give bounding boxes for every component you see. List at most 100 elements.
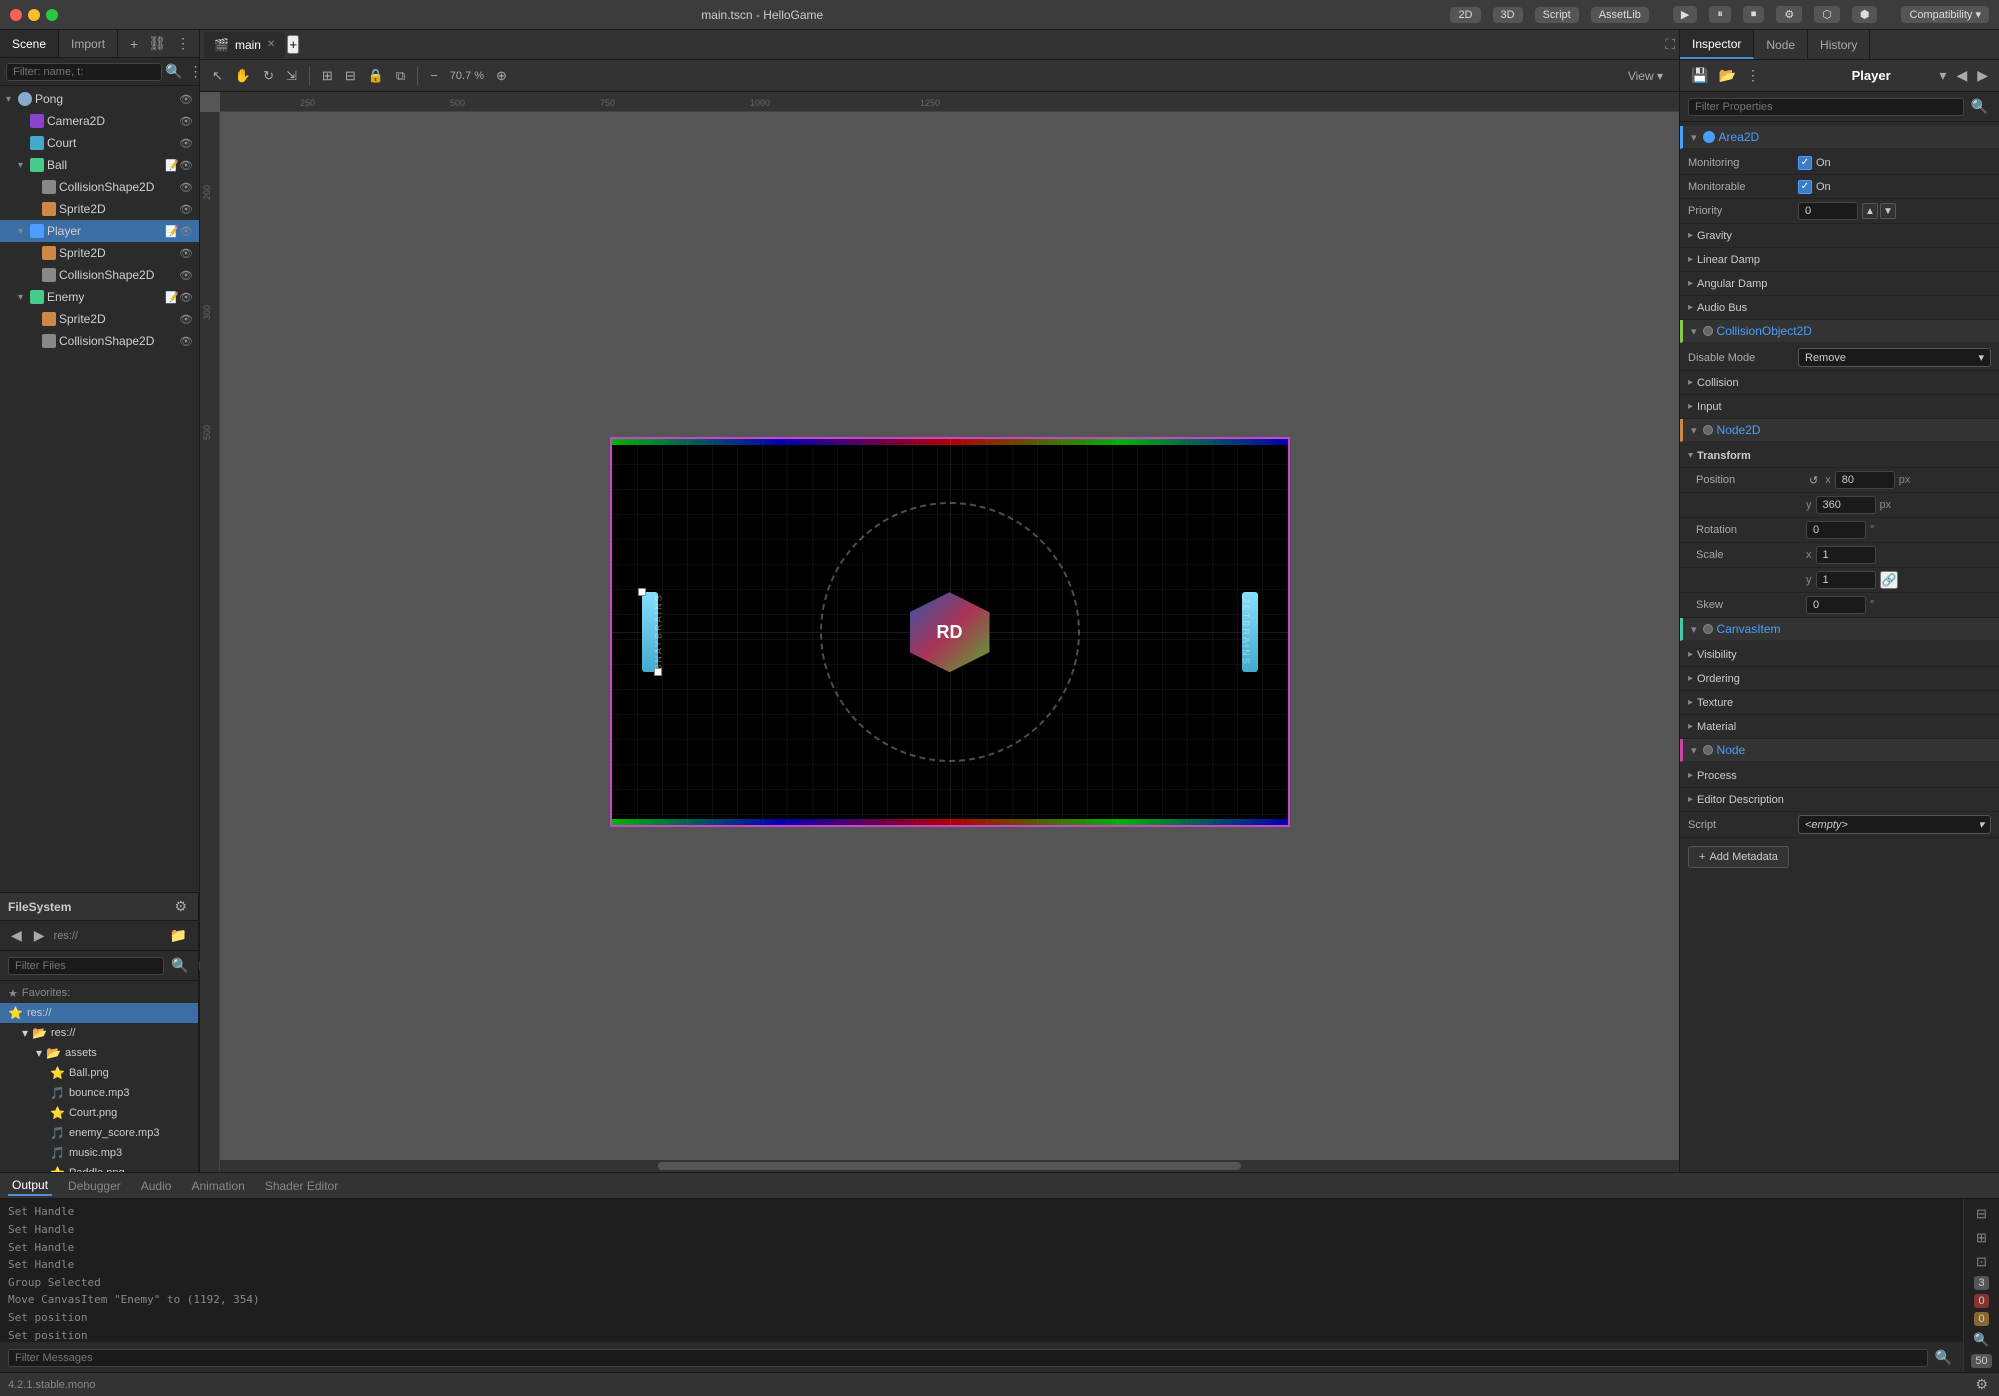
prop-material-group[interactable]: ▸ Material [1680,715,1999,739]
priority-input[interactable] [1798,202,1858,220]
player-visibility-icon[interactable]: 👁 [179,225,193,238]
assetlib-button[interactable]: AssetLib [1591,7,1649,23]
scene-filter-input[interactable] [6,63,162,81]
remote-button[interactable]: ⬡ [1814,6,1840,23]
prop-angular-damp[interactable]: ▸ Angular Damp [1680,272,1999,296]
fs-item-enemy-score[interactable]: 🎵 enemy_score.mp3 [0,1123,198,1143]
coll-ball-visibility-icon[interactable]: 👁 [179,181,193,194]
tree-item-camera2d[interactable]: ▸ Camera2D 👁 [0,110,199,132]
filesystem-search-input[interactable] [8,957,164,975]
prop-editor-desc[interactable]: ▸ Editor Description [1680,788,1999,812]
rotate-tool-button[interactable]: ↻ [259,66,278,86]
section-canvas-item[interactable]: ▾ CanvasItem [1680,618,1999,641]
view-menu-button[interactable]: View ▾ [1620,67,1671,85]
tree-item-player[interactable]: ▾ Player 📝 👁 [0,220,199,242]
fs-search-icon[interactable]: 🔍 [168,955,191,976]
import-tab[interactable]: Import [59,30,118,57]
editor-tab-main[interactable]: 🎬 main ✕ [204,32,285,58]
maximize-window-button[interactable] [46,9,58,21]
scale-y-input[interactable] [1816,571,1876,589]
fs-item-ball-png[interactable]: ⭐ Ball.png [0,1063,198,1083]
add-node-button[interactable]: + [127,34,141,54]
output-filter-input[interactable] [8,1349,1928,1367]
compatibility-button[interactable]: Compatibility ▾ [1901,6,1989,23]
prop-gravity[interactable]: ▸ Gravity [1680,224,1999,248]
output-tab-shader-editor[interactable]: Shader Editor [261,1177,342,1195]
rotation-input[interactable] [1806,521,1866,539]
fs-item-court-png[interactable]: ⭐ Court.png [0,1103,198,1123]
fs-item-res-expanded[interactable]: ▾ 📂 res:// [0,1023,198,1043]
inspector-tab-inspector[interactable]: Inspector [1680,30,1754,59]
priority-down-button[interactable]: ▼ [1880,203,1896,219]
viewport-scrollbar-thumb[interactable] [658,1162,1242,1170]
tree-item-court[interactable]: ▸ Court 👁 [0,132,199,154]
output-tab-output[interactable]: Output [8,1176,52,1196]
inspector-tab-node[interactable]: Node [1754,30,1808,59]
prop-visibility-group[interactable]: ▸ Visibility [1680,643,1999,667]
add-tab-button[interactable]: + [287,35,299,54]
sprite-ball-visibility-icon[interactable]: 👁 [179,203,193,216]
disable-mode-dropdown[interactable]: Remove ▾ [1798,348,1991,367]
script-dropdown[interactable]: <empty> ▾ [1798,815,1991,834]
snap-button[interactable]: ⊞ [318,66,337,86]
inspector-prev-button[interactable]: ◀ [1953,65,1970,86]
scene-options-button[interactable]: ⋮ [173,33,193,54]
play-button[interactable]: ▶ [1673,6,1697,23]
tree-item-coll-player[interactable]: ▸ CollisionShape2D 👁 [0,264,199,286]
lock-button[interactable]: 🔒 [364,66,388,86]
prop-transform-header[interactable]: ▸ Transform [1680,444,1999,468]
scene-filter-search-icon[interactable]: 🔍 [162,61,185,82]
sprite-enemy-visibility-icon[interactable]: 👁 [179,313,193,326]
output-tab-animation[interactable]: Animation [187,1177,248,1195]
camera2d-visibility-icon[interactable]: 👁 [179,115,193,128]
inspector-filter-search-icon[interactable]: 🔍 [1968,96,1991,117]
tree-arrow-player[interactable]: ▾ [18,226,30,237]
section-collision-object[interactable]: ▾ CollisionObject2D [1680,320,1999,343]
debug-button[interactable]: ⚙ [1776,6,1802,23]
tree-arrow-ball[interactable]: ▾ [18,160,30,171]
section-area2d[interactable]: ▾ Area2D [1680,126,1999,149]
status-settings-icon[interactable]: ⚙ [1972,1374,1991,1395]
select-tool-button[interactable]: ↖ [208,66,227,86]
script-button[interactable]: Script [1535,7,1579,23]
inspector-filter-input[interactable] [1688,98,1964,116]
prop-collision-group[interactable]: ▸ Collision [1680,371,1999,395]
tree-item-sprite-ball[interactable]: ▸ Sprite2D 👁 [0,198,199,220]
output-filter-icon[interactable]: ⊡ [1970,1252,1994,1272]
group-button[interactable]: ⧉ [392,66,409,86]
minimize-window-button[interactable] [28,9,40,21]
fs-forward-button[interactable]: ▶ [31,925,48,946]
pause-button[interactable]: ⏸ [1709,6,1731,23]
prop-process-group[interactable]: ▸ Process [1680,764,1999,788]
grid-button[interactable]: ⊟ [341,66,360,86]
sprite-player-visibility-icon[interactable]: 👁 [179,247,193,260]
tree-item-pong[interactable]: ▾ Pong 👁 [0,88,199,110]
skew-input[interactable] [1806,596,1866,614]
viewport-scrollbar-h[interactable] [220,1160,1679,1172]
inspector-save-icon[interactable]: 💾 [1688,65,1711,86]
output-search-btn[interactable]: 🔍 [1970,1330,1994,1350]
section-node[interactable]: ▾ Node [1680,739,1999,762]
inspector-node-type-dropdown[interactable]: ▾ [1936,65,1949,86]
enemy-visibility-icon[interactable]: 👁 [179,291,193,304]
fs-item-assets[interactable]: ▾ 📂 assets [0,1043,198,1063]
output-collapse-button[interactable]: ⊟ [1970,1203,1994,1223]
inspector-folder-icon[interactable]: 📂 [1715,65,1738,86]
output-tab-audio[interactable]: Audio [137,1177,176,1195]
ball-visibility-icon[interactable]: 👁 [179,159,193,172]
court-visibility-icon[interactable]: 👁 [179,137,193,150]
tree-item-sprite-enemy[interactable]: ▸ Sprite2D 👁 [0,308,199,330]
2d-mode-button[interactable]: 2D [1450,7,1480,23]
pong-visibility-icon[interactable]: 👁 [179,93,193,106]
zoom-reset-button[interactable]: ⊕ [492,66,511,86]
fs-folder-icon[interactable]: 📁 [167,925,190,946]
output-search-icon[interactable]: 🔍 [1932,1347,1955,1368]
prop-texture-group[interactable]: ▸ Texture [1680,691,1999,715]
output-expand-button[interactable]: ⊞ [1970,1228,1994,1248]
fs-item-res-root[interactable]: ⭐ res:// [0,1003,198,1023]
handle-tl[interactable] [638,588,646,596]
viewport-canvas[interactable]: 250 500 750 1000 1250 200 300 500 [200,92,1679,1172]
inspector-more-icon[interactable]: ⋮ [1743,65,1763,86]
coll-enemy-visibility-icon[interactable]: 👁 [179,335,193,348]
close-window-button[interactable] [10,9,22,21]
